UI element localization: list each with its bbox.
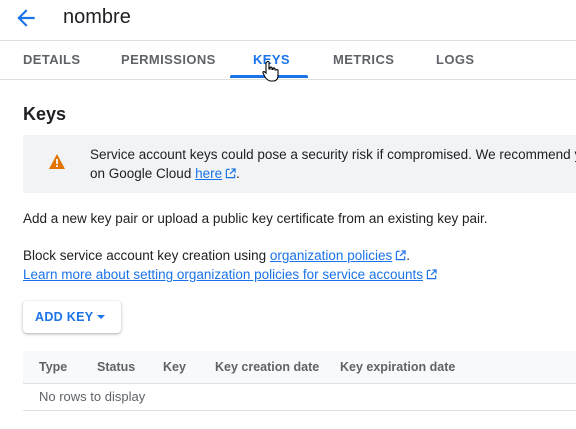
banner-line-2: on Google Cloud here.: [90, 166, 240, 181]
learn-more-row: Learn more about setting organization po…: [23, 265, 437, 284]
column-header-type[interactable]: Type: [39, 360, 67, 374]
tab-logs[interactable]: LOGS: [436, 41, 474, 79]
external-link-icon: [426, 269, 437, 280]
warning-icon: [49, 154, 65, 169]
here-link[interactable]: here: [195, 166, 222, 181]
security-warning-banner: Service account keys could pose a securi…: [23, 135, 576, 193]
external-link-icon: [225, 168, 236, 179]
arrow-back-icon[interactable]: [13, 5, 39, 31]
tab-metrics[interactable]: METRICS: [333, 41, 394, 79]
banner-message: Service account keys could pose a securi…: [90, 145, 576, 183]
tab-permissions[interactable]: PERMISSIONS: [121, 41, 216, 79]
add-key-description: Add a new key pair or upload a public ke…: [23, 211, 488, 226]
keys-section-title: Keys: [23, 104, 67, 124]
block-key-creation-text: Block service account key creation using…: [23, 248, 410, 263]
column-header-creation-date[interactable]: Key creation date: [215, 360, 319, 374]
keys-table: Type Status Key Key creation date Key ex…: [23, 351, 576, 411]
add-key-button[interactable]: ADD KEY: [23, 301, 121, 333]
column-header-key[interactable]: Key: [163, 360, 186, 374]
dropdown-arrow-icon: [97, 315, 105, 319]
page-header: nombre: [0, 0, 576, 38]
page-title: nombre: [63, 6, 131, 28]
column-header-expiration-date[interactable]: Key expiration date: [340, 360, 455, 374]
banner-line-1: Service account keys could pose a securi…: [90, 147, 576, 162]
table-divider: [23, 410, 576, 411]
tab-bar: DETAILS PERMISSIONS KEYS METRICS LOGS: [0, 40, 576, 80]
hand-cursor-icon: [262, 60, 279, 82]
organization-policies-link[interactable]: organization policies: [270, 248, 392, 263]
add-key-label: ADD KEY: [35, 310, 94, 324]
learn-more-link[interactable]: Learn more about setting organization po…: [23, 267, 423, 282]
table-header: Type Status Key Key creation date Key ex…: [23, 351, 576, 384]
column-header-status[interactable]: Status: [97, 360, 135, 374]
tab-details[interactable]: DETAILS: [23, 41, 80, 79]
external-link-icon: [395, 250, 406, 261]
empty-table-message: No rows to display: [39, 389, 146, 404]
